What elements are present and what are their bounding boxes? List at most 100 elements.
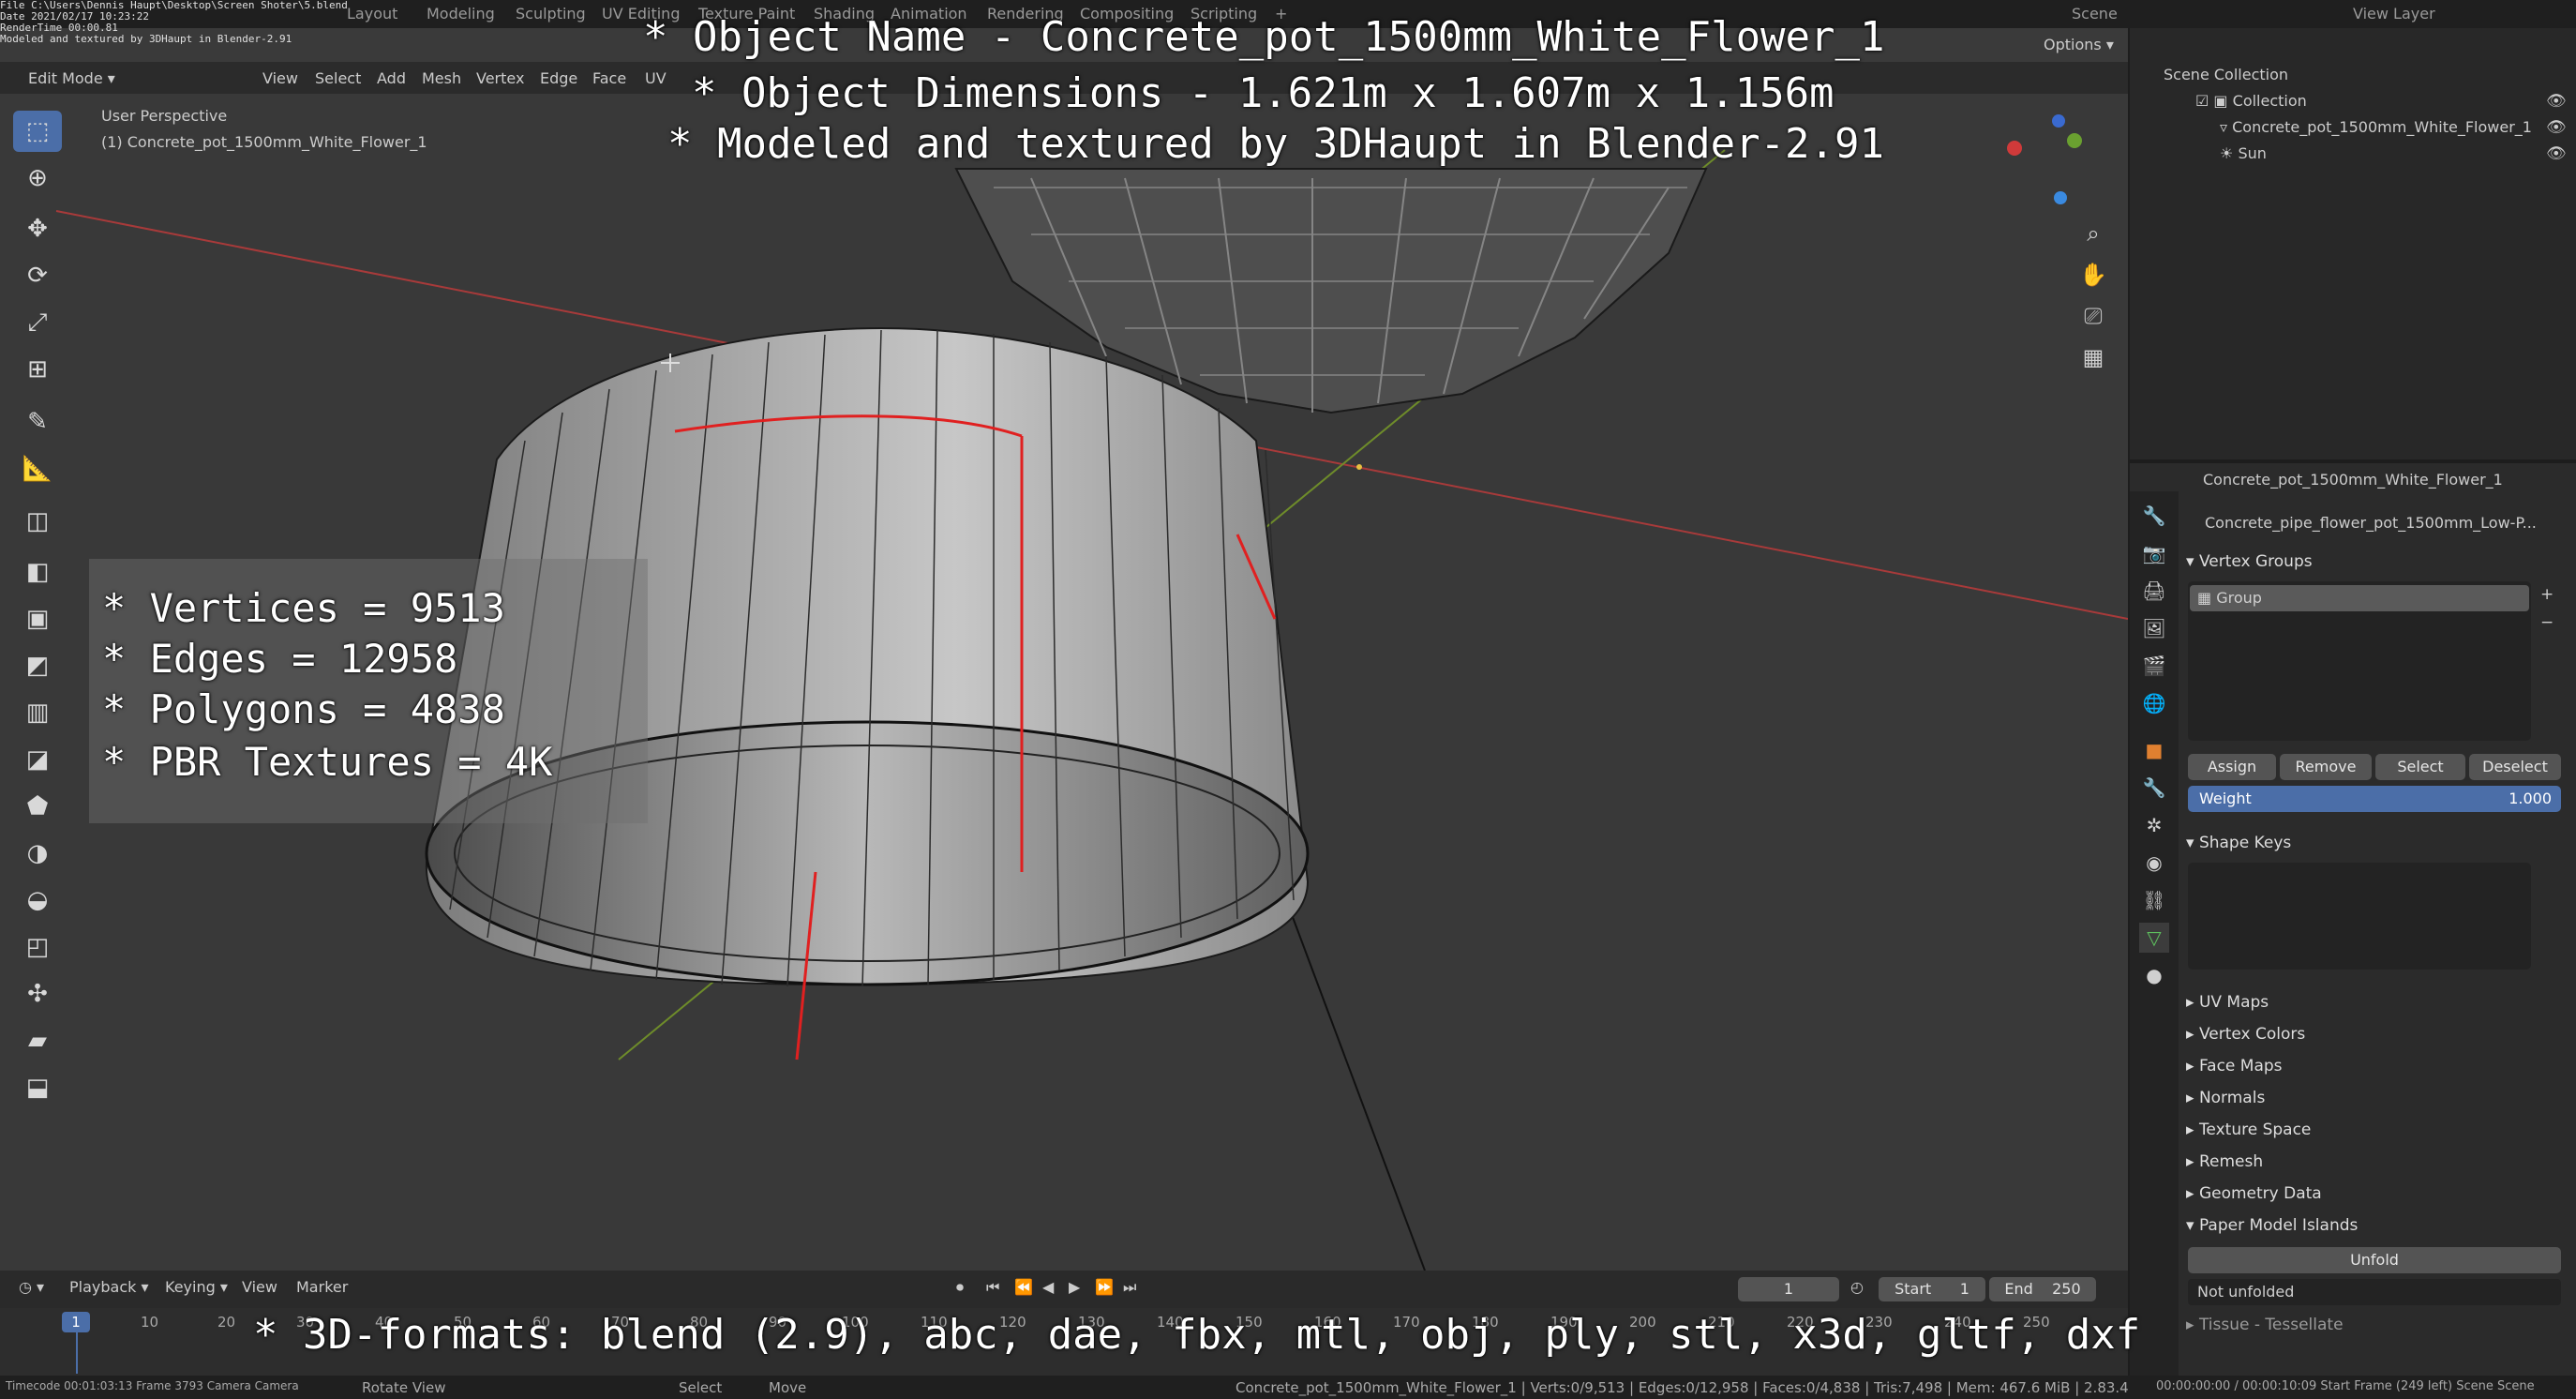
extrude-icon[interactable]: ◧	[13, 551, 62, 593]
inset-icon[interactable]: ▣	[13, 598, 62, 639]
menu-select[interactable]: Select	[315, 69, 361, 87]
smooth-icon[interactable]: ◒	[13, 880, 62, 921]
gizmo-x-icon[interactable]	[2007, 141, 2022, 156]
tool-tab-icon[interactable]: 🔧	[2139, 501, 2169, 531]
view-layer-selector[interactable]: View Layer	[2344, 4, 2445, 24]
play-icon[interactable]: ▶	[1069, 1278, 1080, 1296]
material-tab-icon[interactable]: ●	[2139, 960, 2169, 990]
clock-icon[interactable]: ◴	[1850, 1278, 1864, 1296]
shear-icon[interactable]: ▰	[13, 1020, 62, 1061]
navigation-gizmo[interactable]	[2001, 113, 2082, 204]
scene-tab-icon[interactable]: 🎬	[2139, 651, 2169, 681]
hand-pan-icon[interactable]: ✋	[2075, 257, 2111, 293]
scene-selector[interactable]: Scene	[2062, 4, 2127, 24]
weight-slider[interactable]: Weight 1.000	[2188, 786, 2561, 812]
unfold-button[interactable]: Unfold	[2188, 1247, 2561, 1273]
particles-tab-icon[interactable]: ✲	[2139, 810, 2169, 840]
next-key-icon[interactable]: ⏩	[1095, 1278, 1114, 1296]
grid-ortho-icon[interactable]: ▦	[2075, 339, 2111, 375]
data-tab-icon[interactable]: ▽	[2139, 923, 2169, 953]
knife-icon[interactable]: ◪	[13, 739, 62, 780]
editor-type-icon[interactable]: ◷ ▾	[19, 1278, 44, 1296]
panel-texture-space[interactable]: ▸ Texture Space	[2186, 1116, 2565, 1144]
menu-vertex[interactable]: Vertex	[476, 69, 524, 87]
bevel-icon[interactable]: ◩	[13, 645, 62, 686]
menu-mesh[interactable]: Mesh	[422, 69, 461, 87]
panel-vertex-colors[interactable]: ▸ Vertex Colors	[2186, 1020, 2565, 1048]
scene-collection-label[interactable]: Scene Collection	[2164, 66, 2288, 83]
record-icon[interactable]: ⏺	[956, 1278, 964, 1297]
options-dropdown[interactable]: Options ▾	[2044, 36, 2114, 53]
zoom-icon[interactable]: ⌕	[2075, 216, 2111, 251]
eye-icon[interactable]: 👁	[2546, 92, 2567, 111]
marker-menu[interactable]: Marker	[296, 1278, 348, 1296]
shape-keys-header[interactable]: ▾ Shape Keys	[2186, 829, 2565, 857]
jump-end-icon[interactable]: ⏭	[1123, 1278, 1136, 1297]
vertex-group-list[interactable]: ▦ Group	[2188, 581, 2531, 741]
outliner-item-collection[interactable]: ☑ ▣ Collection	[2195, 92, 2307, 110]
scale-icon[interactable]: ⤢	[13, 302, 62, 343]
measure-icon[interactable]: 📐	[13, 448, 62, 489]
shape-key-list[interactable]	[2188, 863, 2531, 970]
panel-geometry-data[interactable]: ▸ Geometry Data	[2186, 1180, 2565, 1208]
eye-icon[interactable]: 👁	[2546, 144, 2567, 163]
tab-modeling[interactable]: Modeling	[417, 4, 504, 24]
menu-add[interactable]: Add	[377, 69, 406, 87]
add-group-icon[interactable]: +	[2540, 585, 2554, 604]
physics-tab-icon[interactable]: ◉	[2139, 848, 2169, 878]
select-button[interactable]: Select	[2375, 754, 2465, 780]
spin-icon[interactable]: ◑	[13, 833, 62, 874]
menu-edge[interactable]: Edge	[540, 69, 577, 87]
current-frame-field[interactable]: 1	[1738, 1277, 1839, 1301]
poly-build-icon[interactable]: ⬟	[13, 786, 62, 827]
rotate-icon[interactable]: ⟳	[13, 255, 62, 296]
add-cube-icon[interactable]: ◫	[13, 501, 62, 542]
gizmo-y-icon[interactable]	[2067, 133, 2082, 148]
panel-face-maps[interactable]: ▸ Face Maps	[2186, 1052, 2565, 1080]
panel-uv-maps[interactable]: ▸ UV Maps	[2186, 988, 2565, 1016]
prev-key-icon[interactable]: ⏪	[1014, 1278, 1033, 1296]
playback-menu[interactable]: Playback ▾	[69, 1278, 149, 1296]
eye-icon[interactable]: 👁	[2546, 118, 2567, 137]
camera-view-icon[interactable]: ⎚	[2075, 298, 2111, 334]
select-box-icon[interactable]: ⬚	[13, 111, 62, 152]
modifier-tab-icon[interactable]: 🔧	[2139, 773, 2169, 803]
transform-icon[interactable]: ⊞	[13, 349, 62, 390]
panel-tissue[interactable]: ▸ Tissue - Tessellate	[2186, 1311, 2565, 1339]
remove-button[interactable]: Remove	[2280, 754, 2372, 780]
constraints-tab-icon[interactable]: ⛓	[2139, 885, 2169, 915]
shrink-fatten-icon[interactable]: ✣	[13, 973, 62, 1015]
view-layer-tab-icon[interactable]: 🖼	[2139, 613, 2169, 643]
timeline-view-menu[interactable]: View	[242, 1278, 277, 1296]
outliner-item-sun[interactable]: ☀ Sun	[2220, 144, 2267, 162]
end-frame-field[interactable]: End 250	[1989, 1277, 2096, 1301]
start-frame-field[interactable]: Start 1	[1879, 1277, 1985, 1301]
object-tab-icon[interactable]: ■	[2139, 735, 2169, 765]
rip-icon[interactable]: ⬓	[13, 1067, 62, 1108]
panel-paper-model[interactable]: ▾ Paper Model Islands	[2186, 1211, 2565, 1240]
assign-button[interactable]: Assign	[2188, 754, 2276, 780]
panel-normals[interactable]: ▸ Normals	[2186, 1084, 2565, 1112]
mesh-data-name[interactable]: Concrete_pipe_flower_pot_1500mm_Low-P...	[2205, 514, 2537, 532]
vertex-group-item[interactable]: ▦ Group	[2190, 585, 2529, 611]
play-reverse-icon[interactable]: ◀	[1042, 1278, 1054, 1296]
output-tab-icon[interactable]: 🖨	[2139, 576, 2169, 606]
menu-face[interactable]: Face	[592, 69, 626, 87]
tab-sculpting[interactable]: Sculpting	[506, 4, 595, 24]
edge-slide-icon[interactable]: ◰	[13, 926, 62, 968]
loop-cut-icon[interactable]: ▥	[13, 692, 62, 733]
remove-group-icon[interactable]: −	[2540, 613, 2554, 632]
vertex-groups-header[interactable]: ▾ Vertex Groups	[2186, 548, 2565, 576]
gizmo-neg-z-icon[interactable]	[2054, 191, 2067, 204]
cursor-tool-icon[interactable]: ⊕	[13, 158, 62, 199]
jump-start-icon[interactable]: ⏮	[986, 1278, 999, 1297]
deselect-button[interactable]: Deselect	[2469, 754, 2561, 780]
panel-remesh[interactable]: ▸ Remesh	[2186, 1148, 2565, 1176]
outliner-item-pot[interactable]: ▿ Concrete_pot_1500mm_White_Flower_1	[2220, 118, 2532, 136]
mode-selector[interactable]: Edit Mode ▾	[28, 69, 115, 87]
tab-layout[interactable]: Layout	[337, 4, 407, 24]
playhead-marker[interactable]: 1	[62, 1312, 90, 1332]
keying-menu[interactable]: Keying ▾	[165, 1278, 228, 1296]
gizmo-z-icon[interactable]	[2052, 114, 2065, 128]
world-tab-icon[interactable]: 🌐	[2139, 688, 2169, 718]
